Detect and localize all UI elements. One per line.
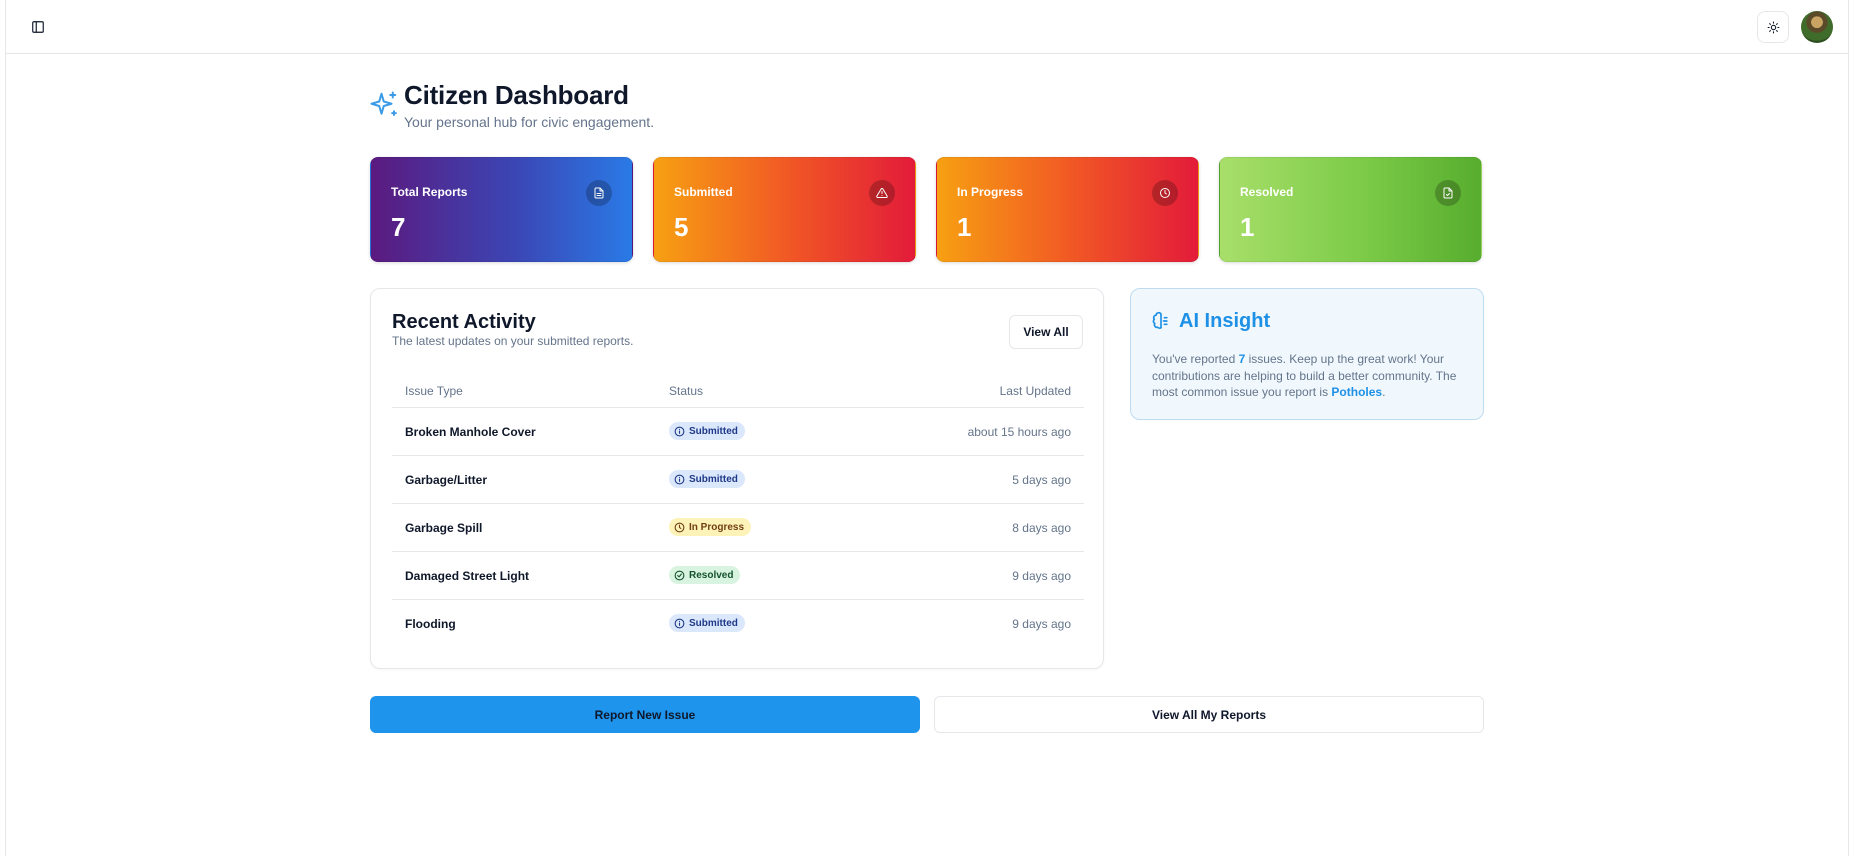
- activity-table: Issue Type Status Last Updated Broken Ma…: [392, 372, 1084, 648]
- stat-label: Total Reports: [391, 185, 468, 199]
- last-updated: 5 days ago: [1012, 473, 1071, 487]
- stat-value: 1: [957, 212, 972, 242]
- sparkles-icon: [370, 91, 397, 116]
- status-label: Resolved: [689, 569, 734, 581]
- clock-icon: [1152, 180, 1178, 206]
- clock-icon: [674, 522, 685, 532]
- status-badge: Submitted: [669, 422, 745, 440]
- table-row[interactable]: Garbage Spill In Progress 8 days ago: [392, 504, 1084, 552]
- status-cell: In Progress: [669, 518, 752, 536]
- table-row[interactable]: Garbage/Litter Submitted 5 days ago: [392, 456, 1084, 504]
- top-bar: [6, 0, 1848, 54]
- last-updated: 8 days ago: [1012, 521, 1071, 535]
- info-icon: [674, 426, 685, 436]
- stat-label: In Progress: [957, 185, 1024, 199]
- stat-card-submitted: Submitted 5: [653, 157, 916, 262]
- file-text-icon: [586, 180, 612, 206]
- ai-insight-card: AI Insight You've reported 7 issues. Kee…: [1130, 288, 1484, 420]
- table-row[interactable]: Broken Manhole Cover Submitted about 15 …: [392, 408, 1084, 456]
- stat-value: 5: [674, 212, 689, 242]
- status-badge: In Progress: [669, 518, 752, 536]
- stat-value: 7: [391, 212, 406, 242]
- activity-title: Recent Activity: [392, 311, 536, 333]
- status-cell: Resolved: [669, 566, 741, 584]
- stat-card-resolved: Resolved 1: [1219, 157, 1482, 262]
- status-cell: Submitted: [669, 422, 745, 440]
- status-cell: Submitted: [669, 470, 745, 488]
- status-label: In Progress: [689, 521, 745, 533]
- status-label: Submitted: [689, 473, 738, 485]
- check-circle-icon: [674, 570, 685, 580]
- insight-title: AI Insight: [1179, 310, 1271, 332]
- view-all-my-reports-button[interactable]: View All My Reports: [934, 696, 1484, 733]
- status-cell: Submitted: [669, 614, 745, 632]
- sun-icon: [1767, 21, 1779, 33]
- status-badge: Submitted: [669, 614, 745, 632]
- stat-label: Resolved: [1240, 185, 1294, 199]
- view-all-button[interactable]: View All: [1009, 315, 1083, 349]
- info-icon: [674, 474, 685, 484]
- insight-text-part: You've reported: [1152, 352, 1239, 366]
- issue-type: Broken Manhole Cover: [405, 425, 536, 439]
- status-badge: Submitted: [669, 470, 745, 488]
- file-check-icon: [1435, 180, 1461, 206]
- status-badge: Resolved: [669, 566, 741, 584]
- brain-icon: [1152, 311, 1168, 329]
- recent-activity-card: Recent Activity The latest updates on yo…: [370, 288, 1104, 669]
- status-label: Submitted: [689, 425, 738, 437]
- issue-type: Damaged Street Light: [405, 569, 530, 583]
- issue-type: Flooding: [405, 617, 456, 631]
- table-header: Issue Type Status Last Updated: [392, 372, 1084, 408]
- activity-subtitle: The latest updates on your submitted rep…: [392, 334, 634, 348]
- stat-value: 1: [1240, 212, 1255, 242]
- stat-card-in-progress: In Progress 1: [936, 157, 1199, 262]
- column-header-status: Status: [669, 384, 704, 398]
- page-title: Citizen Dashboard: [404, 80, 629, 110]
- insight-common-issue: Potholes: [1331, 385, 1383, 399]
- alert-triangle-icon: [869, 180, 895, 206]
- avatar[interactable]: [1801, 11, 1833, 43]
- status-label: Submitted: [689, 617, 738, 629]
- panel-left-icon: [32, 21, 44, 33]
- issue-type: Garbage Spill: [405, 521, 483, 535]
- last-updated: about 15 hours ago: [967, 425, 1071, 439]
- report-new-issue-button[interactable]: Report New Issue: [370, 696, 920, 733]
- column-header-issue-type: Issue Type: [405, 384, 463, 398]
- column-header-last-updated: Last Updated: [999, 384, 1071, 398]
- last-updated: 9 days ago: [1012, 569, 1071, 583]
- stat-card-total-reports: Total Reports 7: [370, 157, 633, 262]
- insight-text-part: .: [1382, 385, 1386, 399]
- stat-label: Submitted: [674, 185, 733, 199]
- page-subtitle: Your personal hub for civic engagement.: [404, 114, 655, 130]
- table-row[interactable]: Damaged Street Light Resolved 9 days ago: [392, 552, 1084, 600]
- info-icon: [674, 618, 685, 628]
- sidebar-toggle-button[interactable]: [28, 17, 48, 37]
- issue-type: Garbage/Litter: [405, 473, 488, 487]
- table-row[interactable]: Flooding Submitted 9 days ago: [392, 600, 1084, 648]
- theme-toggle-button[interactable]: [1757, 11, 1789, 43]
- insight-text: You've reported 7 issues. Keep up the gr…: [1152, 351, 1472, 401]
- last-updated: 9 days ago: [1012, 617, 1071, 631]
